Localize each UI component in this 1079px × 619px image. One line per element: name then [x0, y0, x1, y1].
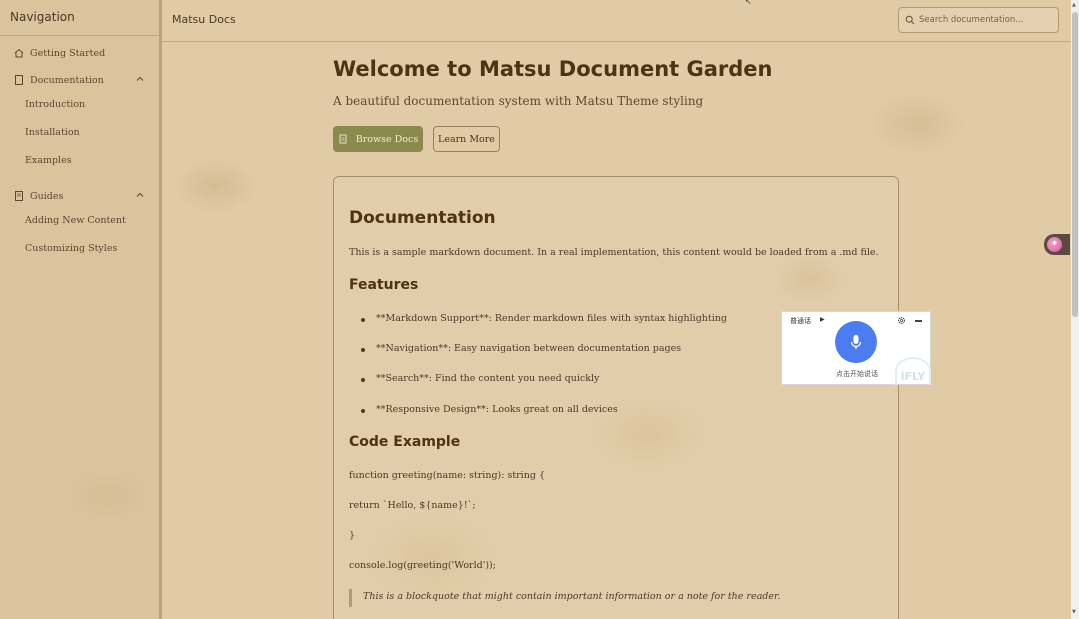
list-item: **Responsive Design**: Looks great on al… [361, 404, 618, 415]
sidebar-item-adding-new-content[interactable]: Adding New Content [25, 211, 155, 229]
search-icon [905, 15, 915, 25]
code-line: function greeting(name: string): string … [349, 470, 545, 481]
chevron-up-icon[interactable] [135, 74, 145, 84]
browse-docs-label: Browse Docs [355, 133, 419, 145]
scroll-up-icon[interactable]: ▲ [1072, 2, 1076, 8]
features-heading: Features [349, 277, 419, 293]
gear-icon[interactable] [897, 316, 906, 325]
sidebar-item-installation[interactable]: Installation [25, 123, 155, 141]
doc-heading: Documentation [349, 208, 496, 228]
header-title[interactable]: Matsu Docs [172, 13, 236, 26]
list-item: **Markdown Support**: Render markdown fi… [361, 313, 727, 324]
chevron-up-icon[interactable] [135, 190, 145, 200]
floating-extension-badge[interactable]: ✦ [1044, 234, 1070, 255]
code-line: } [349, 530, 356, 541]
microphone-icon [850, 335, 862, 349]
minimize-icon[interactable] [915, 320, 922, 322]
sidebar-item-label: Guides [30, 190, 64, 202]
sidebar-item-guides[interactable]: Guides [0, 185, 159, 207]
code-line: console.log(greeting('World')); [349, 560, 496, 571]
sidebar-item-getting-started[interactable]: Getting Started [0, 42, 159, 64]
sidebar-item-examples[interactable]: Examples [25, 151, 155, 169]
page-subtitle: A beautiful documentation system with Ma… [333, 94, 704, 108]
sidebar: Navigation Getting Started Documentation… [0, 0, 162, 619]
list-item: **Navigation**: Easy navigation between … [360, 343, 682, 354]
translate-icon: ✦ [1047, 237, 1062, 252]
voice-language-select[interactable]: 普通话 [790, 316, 811, 326]
documentation-card [333, 176, 899, 619]
search-box[interactable] [898, 7, 1059, 33]
sidebar-divider [0, 35, 159, 36]
list-item: **Search**: Find the content you need qu… [360, 373, 600, 384]
sidebar-item-label: Documentation [30, 74, 104, 86]
doc-intro: This is a sample markdown document. In a… [349, 247, 879, 258]
mouse-cursor-icon: ↖ [745, 0, 752, 6]
scroll-down-icon[interactable]: ▼ [1072, 609, 1076, 615]
book-icon [13, 190, 25, 202]
sidebar-item-label: Getting Started [30, 47, 106, 59]
sidebar-item-introduction[interactable]: Introduction [25, 95, 155, 113]
search-input[interactable] [919, 15, 1057, 25]
voice-input-widget: 普通话 ▶ 点击开始说话 iFLY [781, 311, 931, 385]
document-icon [339, 134, 347, 144]
page-title: Welcome to Matsu Document Garden [333, 57, 773, 81]
sidebar-item-documentation[interactable]: Documentation [0, 69, 159, 91]
document-icon [13, 74, 25, 86]
scrollbar-thumb[interactable] [1072, 12, 1078, 317]
caret-right-icon[interactable]: ▶ [820, 316, 825, 323]
microphone-button[interactable] [835, 321, 877, 363]
home-icon [13, 47, 25, 59]
learn-more-button[interactable]: Learn More [433, 126, 500, 152]
ifly-logo: iFLY [895, 357, 931, 385]
browse-docs-button[interactable]: Browse Docs [333, 126, 423, 152]
code-line: return `Hello, ${name}!`; [349, 500, 476, 511]
top-header: Matsu Docs [162, 0, 1079, 42]
sidebar-title: Navigation [10, 10, 75, 24]
code-example-heading: Code Example [349, 434, 461, 450]
sidebar-item-customizing-styles[interactable]: Customizing Styles [25, 239, 155, 257]
blockquote: This is a blockquote that might contain … [349, 589, 780, 607]
vertical-scrollbar[interactable]: ▲ ▼ [1071, 0, 1079, 619]
